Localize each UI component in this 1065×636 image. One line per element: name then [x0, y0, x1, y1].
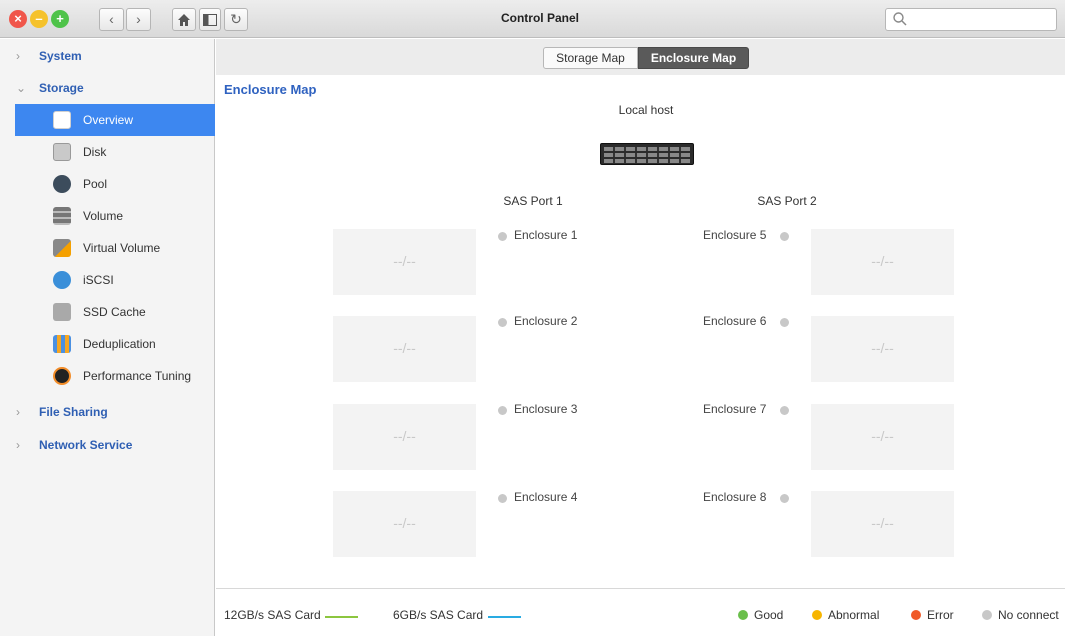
chevron-right-icon: ›: [16, 405, 20, 419]
enclosure-slot: --/--: [333, 491, 476, 557]
sidebar-group-network-service[interactable]: › Network Service: [0, 429, 215, 461]
enclosure-label: Enclosure 7: [703, 402, 767, 416]
legend-no-connect-label: No connect: [998, 608, 1059, 622]
enclosure-label: Enclosure 4: [514, 490, 578, 504]
chevron-right-icon: ›: [16, 49, 20, 63]
sidebar-item-ssd-cache[interactable]: SSD Cache: [15, 296, 215, 328]
legend-6gb-line: [488, 616, 521, 618]
enclosure-slot: --/--: [333, 229, 476, 295]
enclosure-label: Enclosure 2: [514, 314, 578, 328]
chevron-down-icon: ⌄: [16, 81, 27, 95]
sidebar-group-file-sharing[interactable]: › File Sharing: [0, 396, 215, 428]
status-good-dot: [738, 610, 748, 620]
enclosure-slot: --/--: [333, 404, 476, 470]
status-dot: [498, 406, 507, 415]
local-host-label: Local host: [618, 103, 674, 117]
performance-tuning-icon: [53, 367, 71, 385]
sidebar-group-system[interactable]: › System: [0, 40, 215, 72]
enclosure-label: Enclosure 8: [703, 490, 767, 504]
legend-12gb-line: [325, 616, 358, 618]
sidebar-item-iscsi[interactable]: iSCSI: [15, 264, 215, 296]
forward-button[interactable]: ›: [126, 8, 151, 31]
legend-bar: 12GB/s SAS Card 6GB/s SAS Card Good Abno…: [216, 588, 1065, 636]
sidebar-item-performance-tuning[interactable]: Performance Tuning: [15, 360, 215, 392]
window-title: Control Panel: [500, 11, 579, 25]
search-icon: [893, 12, 907, 26]
enclosure-label: Enclosure 5: [703, 228, 767, 242]
enclosure-slot: --/--: [811, 491, 954, 557]
tab-storage-map[interactable]: Storage Map: [543, 47, 638, 69]
search-input[interactable]: [885, 8, 1057, 31]
close-icon[interactable]: ×: [9, 10, 27, 28]
server-icon: [600, 143, 694, 165]
volume-icon: [53, 207, 71, 225]
status-dot: [780, 232, 789, 241]
chevron-left-icon: ‹: [109, 11, 114, 27]
status-dot: [780, 494, 789, 503]
sidebar-item-overview[interactable]: Overview: [15, 104, 215, 136]
sidebar-item-virtual-volume[interactable]: Virtual Volume: [15, 232, 215, 264]
legend-abnormal-label: Abnormal: [828, 608, 880, 622]
maximize-icon[interactable]: +: [51, 10, 69, 28]
enclosure-slot: --/--: [811, 229, 954, 295]
chevron-right-icon: ›: [16, 438, 20, 452]
enclosure-slot: --/--: [333, 316, 476, 382]
pool-icon: [53, 175, 71, 193]
status-dot: [780, 406, 789, 415]
ssd-cache-icon: [53, 303, 71, 321]
chevron-right-icon: ›: [136, 11, 141, 27]
enclosure-label: Enclosure 6: [703, 314, 767, 328]
status-abnormal-dot: [812, 610, 822, 620]
sidebar: › System ⌄ Storage Overview Disk Pool Vo…: [0, 39, 215, 636]
status-no-connect-dot: [982, 610, 992, 620]
sidebar-item-volume[interactable]: Volume: [15, 200, 215, 232]
sidebar-item-disk[interactable]: Disk: [15, 136, 215, 168]
title-bar: × – + ‹ › ↻ Control Panel: [0, 0, 1065, 38]
enclosure-slot: --/--: [811, 316, 954, 382]
status-dot: [498, 232, 507, 241]
sidebar-group-storage[interactable]: ⌄ Storage: [0, 72, 215, 104]
legend-error-label: Error: [927, 608, 954, 622]
disk-icon: [53, 143, 71, 161]
status-dot: [498, 318, 507, 327]
sidebar-toggle-button[interactable]: [199, 8, 221, 31]
iscsi-icon: [53, 271, 71, 289]
refresh-icon: ↻: [230, 11, 242, 27]
legend-6gb-label: 6GB/s SAS Card: [393, 608, 484, 622]
legend-12gb-label: 12GB/s SAS Card: [224, 608, 321, 622]
main-panel: Storage Map Enclosure Map Enclosure Map …: [216, 39, 1065, 636]
sas-port-1-label: SAS Port 1: [503, 194, 563, 208]
back-button[interactable]: ‹: [99, 8, 124, 31]
deduplication-icon: [53, 335, 71, 353]
enclosure-label: Enclosure 1: [514, 228, 578, 242]
minimize-icon[interactable]: –: [30, 10, 48, 28]
tab-bar: Storage Map Enclosure Map: [216, 39, 1065, 75]
control-panel-window: × – + ‹ › ↻ Control Panel › System ⌄ Sto…: [0, 0, 1065, 636]
sidebar-item-pool[interactable]: Pool: [15, 168, 215, 200]
legend-good-label: Good: [754, 608, 784, 622]
status-dot: [498, 494, 507, 503]
status-error-dot: [911, 610, 921, 620]
section-title: Enclosure Map: [224, 82, 317, 97]
overview-icon: [53, 111, 71, 129]
home-button[interactable]: [172, 8, 196, 31]
sas-port-2-label: SAS Port 2: [757, 194, 817, 208]
enclosure-label: Enclosure 3: [514, 402, 578, 416]
status-dot: [780, 318, 789, 327]
enclosure-slot: --/--: [811, 404, 954, 470]
virtual-volume-icon: [53, 239, 71, 257]
home-icon: [178, 14, 190, 26]
tab-enclosure-map[interactable]: Enclosure Map: [638, 47, 749, 69]
sidebar-item-deduplication[interactable]: Deduplication: [15, 328, 215, 360]
refresh-button[interactable]: ↻: [224, 8, 248, 31]
sidebar-toggle-icon: [203, 14, 217, 26]
